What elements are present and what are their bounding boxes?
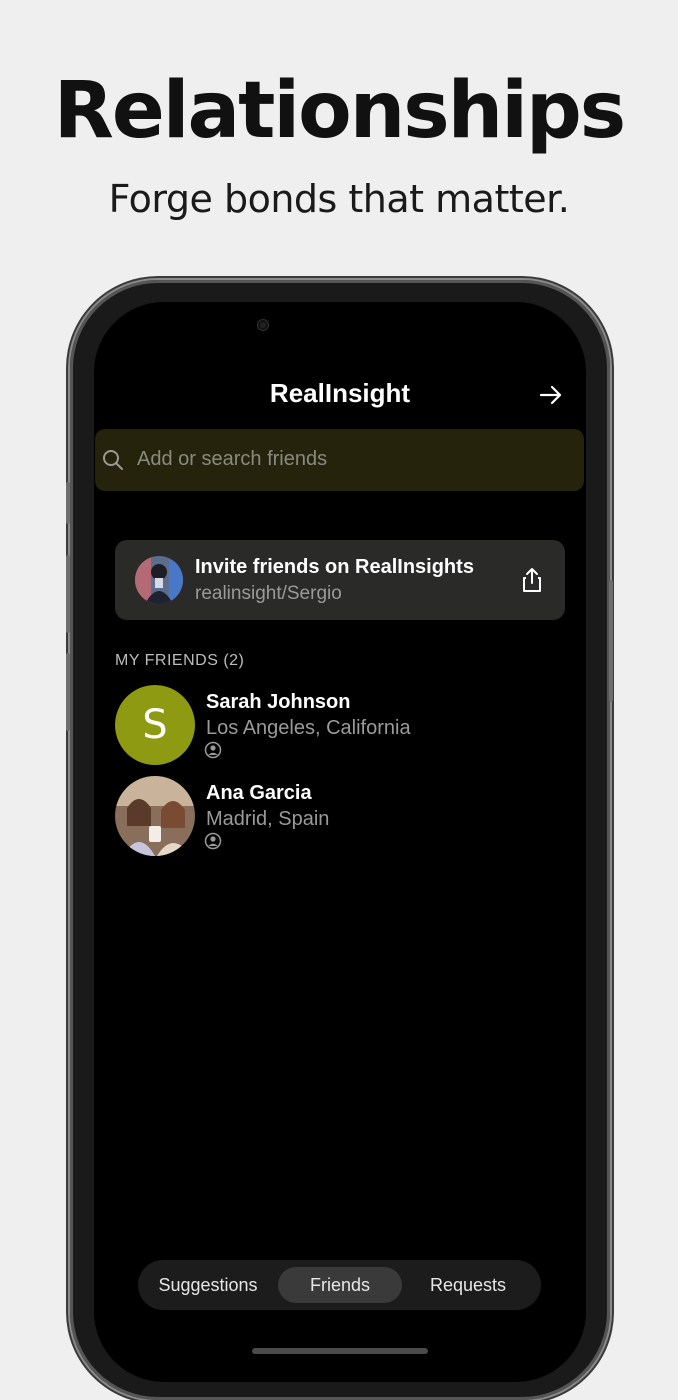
profile-icon: [204, 741, 222, 759]
power-button: [609, 580, 613, 702]
home-indicator: [252, 1348, 428, 1354]
app-title: RealInsight: [269, 378, 411, 408]
action-button: [66, 482, 70, 524]
search-placeholder: Add or search friends: [137, 448, 328, 470]
subheadline: Forge bonds that matter.: [108, 177, 570, 221]
search-bar[interactable]: Add or search friends: [95, 429, 584, 491]
friend-name: Sarah Johnson: [206, 691, 351, 713]
tab-friends[interactable]: Friends: [278, 1260, 402, 1310]
friend-name: Ana Garcia: [206, 782, 312, 804]
invite-handle: realinsight/Sergio: [195, 583, 342, 604]
user-avatar: [135, 556, 183, 604]
friend-location: Los Angeles, California: [206, 717, 411, 739]
profile-icon: [204, 832, 222, 850]
invite-card[interactable]: Invite friends on RealInsights realinsig…: [115, 540, 565, 620]
tab-suggestions[interactable]: Suggestions: [148, 1260, 268, 1310]
volume-down-button: [66, 653, 70, 731]
headline: Relationships: [53, 66, 626, 156]
share-icon[interactable]: [519, 566, 545, 594]
front-camera: [258, 320, 268, 330]
segmented-tab-bar: Suggestions Friends Requests: [138, 1260, 541, 1310]
invite-title: Invite friends on RealInsights: [195, 556, 474, 578]
friend-row[interactable]: S Sarah Johnson Los Angeles, California: [115, 685, 565, 767]
avatar: [115, 776, 195, 856]
avatar: S: [115, 685, 195, 765]
arrow-right-icon[interactable]: [538, 382, 564, 408]
friend-row[interactable]: Ana Garcia Madrid, Spain: [115, 776, 565, 858]
my-friends-label: MY FRIENDS (2): [115, 652, 245, 669]
tab-requests[interactable]: Requests: [408, 1260, 528, 1310]
search-icon: [101, 448, 125, 472]
volume-up-button: [66, 555, 70, 633]
friend-location: Madrid, Spain: [206, 808, 330, 830]
phone-screen: RealInsight Add or search friends Invite…: [94, 302, 586, 1382]
